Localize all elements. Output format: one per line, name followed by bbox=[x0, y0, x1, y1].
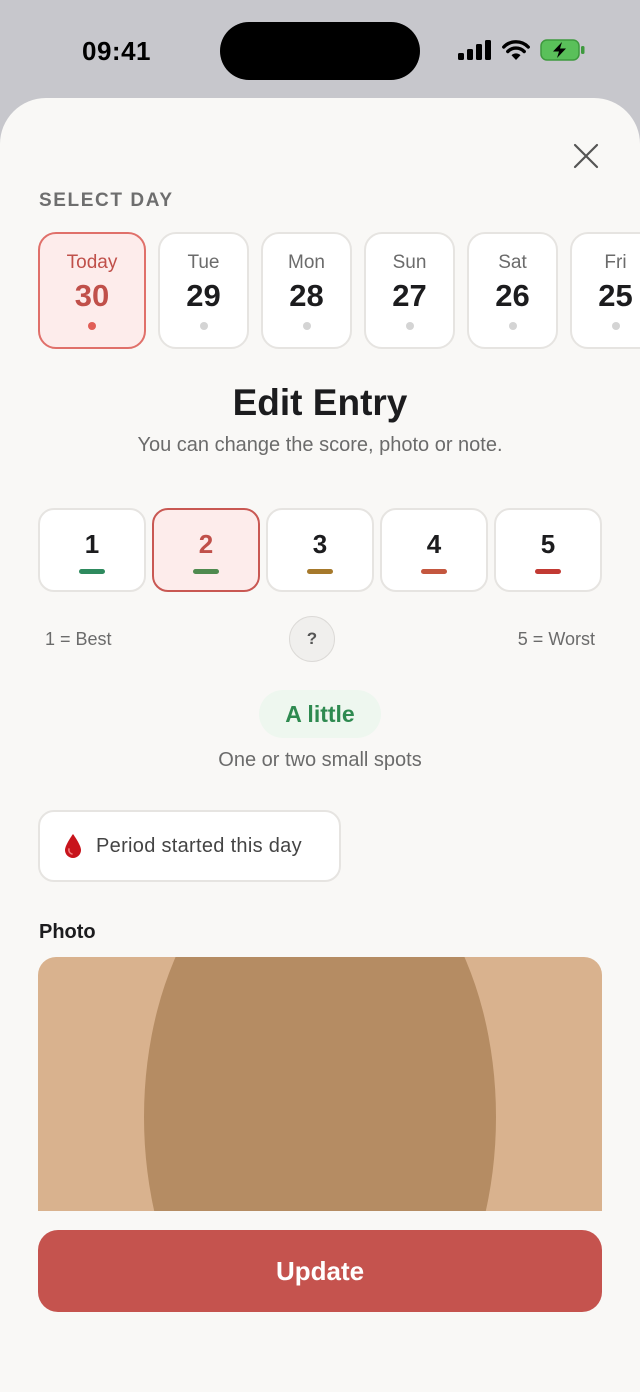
severity-description: One or two small spots bbox=[218, 749, 422, 771]
status-time: 09:41 bbox=[82, 36, 151, 66]
score-option-5[interactable]: 5 bbox=[494, 508, 602, 592]
period-started-label: Period started this day bbox=[96, 834, 302, 857]
day-selector: Today 30 Tue 29 Mon 28 Sun 27 Sat 26 Fri… bbox=[38, 232, 640, 349]
day-name: Today bbox=[66, 252, 118, 273]
day-name: Sat bbox=[498, 252, 527, 273]
day-name: Sun bbox=[392, 252, 427, 273]
period-started-toggle[interactable]: Period started this day bbox=[38, 810, 341, 882]
status-bar: 09:41 bbox=[0, 0, 640, 100]
scale-worst-label: 5 = Worst bbox=[517, 629, 595, 649]
day-number: 25 bbox=[598, 278, 633, 313]
page-title: Edit Entry bbox=[232, 382, 408, 423]
score-value: 4 bbox=[426, 529, 442, 559]
close-button[interactable] bbox=[566, 136, 606, 176]
score-option-1[interactable]: 1 bbox=[38, 508, 146, 592]
severity-badge: A little bbox=[259, 690, 381, 738]
score-value: 5 bbox=[540, 529, 556, 559]
close-icon bbox=[573, 143, 599, 169]
day-name: Tue bbox=[187, 252, 220, 273]
score-color-bar bbox=[307, 569, 333, 574]
entry-photo[interactable] bbox=[38, 957, 602, 1211]
day-chip-fri[interactable]: Fri 25 bbox=[570, 232, 640, 349]
day-number: 29 bbox=[186, 278, 221, 313]
select-day-label: SELECT DAY bbox=[39, 190, 174, 211]
score-value: 1 bbox=[84, 529, 100, 559]
scale-best-label: 1 = Best bbox=[45, 629, 112, 649]
entry-dot-indicator bbox=[88, 322, 96, 330]
day-name: Fri bbox=[604, 252, 627, 273]
score-color-bar bbox=[193, 569, 219, 574]
day-chip-today[interactable]: Today 30 bbox=[38, 232, 146, 349]
dynamic-island bbox=[220, 22, 420, 80]
score-value: 3 bbox=[312, 529, 328, 559]
score-option-4[interactable]: 4 bbox=[380, 508, 488, 592]
score-option-3[interactable]: 3 bbox=[266, 508, 374, 592]
day-number: 30 bbox=[74, 278, 110, 313]
score-color-bar bbox=[79, 569, 105, 574]
cellular-signal-icon bbox=[458, 40, 491, 60]
wifi-icon bbox=[502, 40, 530, 60]
day-chip-sat[interactable]: Sat 26 bbox=[467, 232, 558, 349]
score-color-bar bbox=[421, 569, 447, 574]
photo-skin-area bbox=[144, 957, 496, 1211]
day-number: 27 bbox=[392, 278, 427, 313]
entry-dot-indicator bbox=[611, 322, 620, 330]
score-selector: 1 2 3 4 5 bbox=[38, 508, 602, 592]
photo-section-label: Photo bbox=[39, 921, 96, 943]
score-color-bar bbox=[535, 569, 561, 574]
entry-dot-indicator bbox=[405, 322, 414, 330]
day-number: 28 bbox=[289, 278, 324, 313]
entry-dot-indicator bbox=[508, 322, 517, 330]
day-chip-mon[interactable]: Mon 28 bbox=[261, 232, 352, 349]
day-number: 26 bbox=[495, 278, 530, 313]
battery-charging-icon bbox=[540, 39, 585, 61]
update-button[interactable]: Update bbox=[38, 1230, 602, 1312]
entry-dot-indicator bbox=[302, 322, 311, 330]
page-subtitle: You can change the score, photo or note. bbox=[137, 434, 503, 456]
score-help-button[interactable]: ? bbox=[289, 616, 335, 662]
day-chip-sun[interactable]: Sun 27 bbox=[364, 232, 455, 349]
score-value: 2 bbox=[198, 529, 214, 559]
blood-drop-icon bbox=[65, 834, 81, 858]
day-name: Mon bbox=[288, 252, 325, 273]
entry-dot-indicator bbox=[199, 322, 208, 330]
edit-entry-sheet: SELECT DAY Today 30 Tue 29 Mon 28 Sun 27… bbox=[0, 98, 640, 1392]
status-icons bbox=[458, 39, 586, 61]
score-option-2[interactable]: 2 bbox=[152, 508, 260, 592]
day-chip-tue[interactable]: Tue 29 bbox=[158, 232, 249, 349]
